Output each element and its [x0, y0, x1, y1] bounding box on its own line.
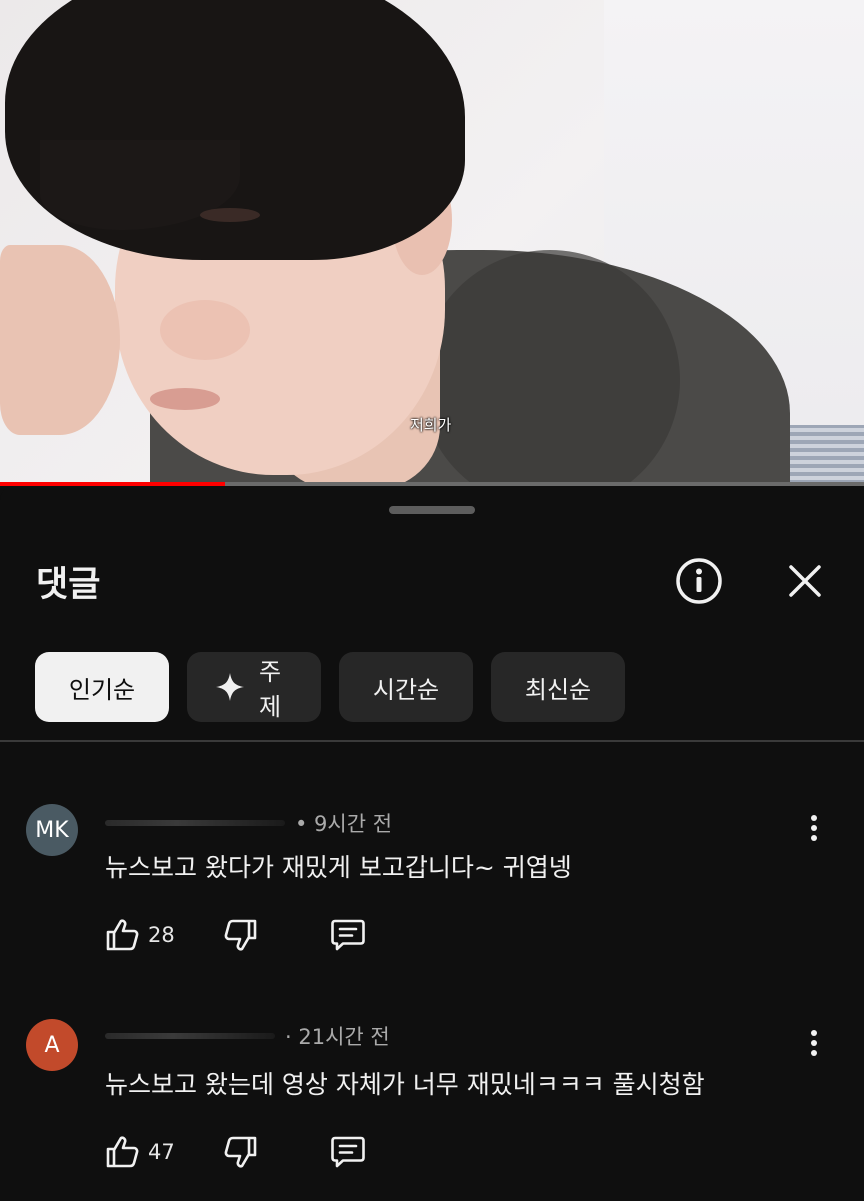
avatar-initials: A [44, 1032, 60, 1058]
like-count: 28 [148, 923, 175, 947]
avatar-initials: MK [35, 817, 69, 843]
chip-newest[interactable]: 최신순 [491, 652, 625, 722]
video-window [784, 425, 864, 484]
comment-actions: 28 [104, 916, 367, 954]
info-button[interactable] [674, 556, 724, 606]
sort-chips: 인기순 주제 시간순 최신순 [35, 652, 625, 722]
like-button[interactable]: 47 [104, 1134, 175, 1170]
more-dot [811, 1050, 817, 1056]
avatar[interactable]: A [26, 1019, 78, 1071]
author-name-redacted[interactable] [105, 1033, 275, 1039]
chip-topic[interactable]: 주제 [187, 652, 321, 722]
avatar[interactable]: MK [26, 804, 78, 856]
video-hand [0, 245, 120, 435]
more-dot [811, 1030, 817, 1036]
reply-button[interactable] [329, 916, 367, 954]
dislike-button[interactable] [223, 917, 259, 953]
comment-meta: · 21시간 전 [105, 1021, 390, 1051]
chip-label: 최신순 [524, 675, 592, 704]
chip-label: 주제 [259, 658, 282, 721]
close-icon [789, 565, 821, 597]
panel-title: 댓글 [36, 565, 101, 605]
comment-meta: • 9시간 전 [105, 808, 392, 838]
video-eye [200, 208, 260, 222]
comment-time: • 9시간 전 [295, 812, 393, 836]
like-button[interactable]: 28 [104, 917, 175, 953]
close-button[interactable] [782, 558, 828, 604]
info-icon [676, 558, 722, 604]
thumbs-up-icon [106, 1136, 139, 1168]
video-lips [150, 388, 220, 410]
like-count: 47 [148, 1140, 175, 1164]
author-name-redacted[interactable] [105, 820, 285, 826]
reply-button[interactable] [329, 1133, 367, 1171]
comments-panel: 댓글 인기순 주제 시간순 최신순 MK • 9시간 전 뉴스보고 왔다가 재밌… [0, 486, 864, 1200]
chip-chronological[interactable]: 시간순 [339, 652, 473, 722]
chip-label: 인기순 [68, 675, 136, 704]
sparkle-icon [215, 672, 245, 702]
drag-handle[interactable] [389, 506, 475, 514]
thumbs-up-icon [106, 919, 139, 951]
comment-item: A · 21시간 전 뉴스보고 왔는데 영상 자체가 너무 재밌네ㅋㅋㅋ 풀시청… [0, 1001, 864, 1201]
comment-time: · 21시간 전 [285, 1025, 390, 1049]
comment-text: 뉴스보고 왔는데 영상 자체가 너무 재밌네ㅋㅋㅋ 풀시청함 [105, 1070, 705, 1099]
more-dot [811, 835, 817, 841]
thumbs-down-icon [224, 1136, 257, 1168]
divider [0, 740, 864, 742]
video-caption: 저희가 [410, 416, 452, 434]
video-player[interactable]: 저희가 [0, 0, 864, 484]
comment-item: MK • 9시간 전 뉴스보고 왔다가 재밌게 보고갑니다~ 귀엽넹 28 [0, 786, 864, 986]
more-options-button[interactable] [802, 808, 826, 848]
dislike-button[interactable] [223, 1134, 259, 1170]
more-dot [811, 1040, 817, 1046]
video-cheek [160, 300, 250, 360]
chip-popular[interactable]: 인기순 [35, 652, 169, 722]
more-dot [811, 815, 817, 821]
comment-actions: 47 [104, 1133, 367, 1171]
more-dot [811, 825, 817, 831]
reply-icon [330, 1136, 365, 1168]
reply-icon [330, 919, 365, 951]
comment-text: 뉴스보고 왔다가 재밌게 보고갑니다~ 귀엽넹 [105, 853, 572, 882]
more-options-button[interactable] [802, 1023, 826, 1063]
thumbs-down-icon [224, 919, 257, 951]
chip-label: 시간순 [372, 675, 440, 704]
